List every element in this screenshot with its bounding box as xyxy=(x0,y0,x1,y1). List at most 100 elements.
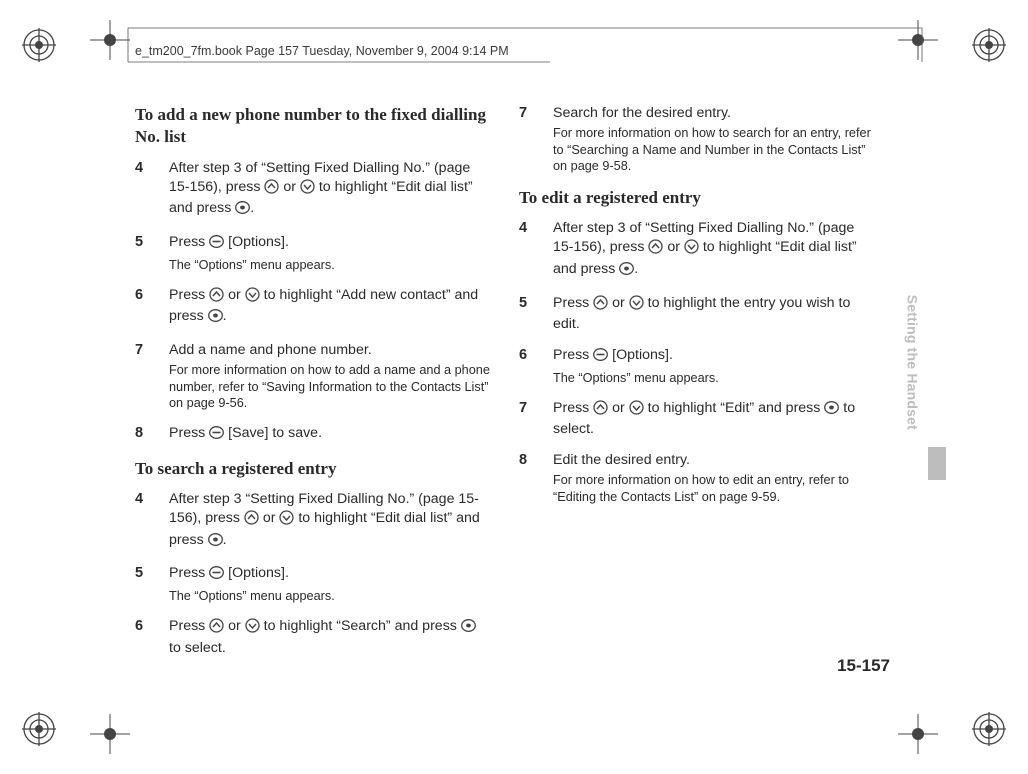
step-text: to highlight “Edit” and press xyxy=(644,400,825,416)
step-text: Press xyxy=(169,565,209,581)
step-number: 4 xyxy=(135,490,169,552)
nav-up-icon xyxy=(648,239,663,260)
step-subtext: The “Options” menu appears. xyxy=(553,370,875,387)
center-key-icon xyxy=(619,261,634,282)
step-number: 4 xyxy=(135,159,169,221)
crop-mark-icon xyxy=(90,714,130,754)
nav-up-icon xyxy=(593,400,608,421)
side-tab-marker xyxy=(928,447,946,480)
step-text: [Options]. xyxy=(224,565,289,581)
side-tab-label: Setting the Handset xyxy=(904,295,920,430)
step-number: 6 xyxy=(519,346,553,387)
step-subtext: For more information on how to edit an e… xyxy=(553,472,875,506)
step-number: 6 xyxy=(135,286,169,329)
nav-up-icon xyxy=(264,179,279,200)
step-subtext: For more information on how to add a nam… xyxy=(169,362,491,412)
step-number: 7 xyxy=(519,399,553,439)
softkey-icon xyxy=(593,347,608,368)
step-number: 5 xyxy=(519,294,553,334)
step-text: Add a name and phone number. xyxy=(169,341,491,360)
step-text: Press xyxy=(169,287,209,303)
registration-mark-icon xyxy=(22,28,56,62)
step-7br: 7 Press or to highlight “Edit” and press… xyxy=(519,399,875,439)
step-6r: 6 Press [Options]. The “Options” menu ap… xyxy=(519,346,875,387)
registration-mark-icon xyxy=(972,712,1006,746)
step-text: . xyxy=(634,261,638,277)
heading-edit-entry: To edit a registered entry xyxy=(519,187,875,209)
center-key-icon xyxy=(208,308,223,329)
step-text: . xyxy=(223,532,227,548)
step-subtext: The “Options” menu appears. xyxy=(169,257,491,274)
center-key-icon xyxy=(461,618,476,639)
nav-up-icon xyxy=(209,618,224,639)
registration-mark-icon xyxy=(972,28,1006,62)
center-key-icon xyxy=(235,200,250,221)
step-8r: 8 Edit the desired entry. For more infor… xyxy=(519,451,875,505)
column-left: To add a new phone number to the fixed d… xyxy=(135,104,491,669)
step-text: to highlight “Search” and press xyxy=(260,618,461,634)
crop-mark-icon xyxy=(898,714,938,754)
step-text: Press xyxy=(553,400,593,416)
step-4b: 4 After step 3 “Setting Fixed Dialling N… xyxy=(135,490,491,552)
page-number: 15-157 xyxy=(837,656,890,676)
step-number: 8 xyxy=(519,451,553,505)
nav-up-icon xyxy=(244,510,259,531)
step-number: 5 xyxy=(135,233,169,274)
nav-down-icon xyxy=(279,510,294,531)
step-text: Press xyxy=(553,347,593,363)
step-text: . xyxy=(250,200,254,216)
step-number: 4 xyxy=(519,219,553,281)
nav-down-icon xyxy=(629,400,644,421)
nav-down-icon xyxy=(629,295,644,316)
heading-add-phone: To add a new phone number to the fixed d… xyxy=(135,104,491,149)
step-subtext: The “Options” menu appears. xyxy=(169,588,491,605)
heading-search-entry: To search a registered entry xyxy=(135,458,491,480)
step-5b: 5 Press [Options]. The “Options” menu ap… xyxy=(135,564,491,605)
center-key-icon xyxy=(208,532,223,553)
column-right: 7 Search for the desired entry. For more… xyxy=(519,104,875,669)
step-4: 4 After step 3 of “Setting Fixed Diallin… xyxy=(135,159,491,221)
step-8: 8 Press [Save] to save. xyxy=(135,424,491,446)
nav-down-icon xyxy=(300,179,315,200)
step-number: 5 xyxy=(135,564,169,605)
step-text: or xyxy=(224,287,245,303)
step-text: Search for the desired entry. xyxy=(553,104,875,123)
step-5r: 5 Press or to highlight the entry you wi… xyxy=(519,294,875,334)
step-text: or xyxy=(224,618,245,634)
step-text: Press xyxy=(169,425,209,441)
step-text: [Options]. xyxy=(224,234,289,250)
header-frame xyxy=(120,20,930,70)
nav-down-icon xyxy=(684,239,699,260)
step-5: 5 Press [Options]. The “Options” menu ap… xyxy=(135,233,491,274)
step-text: to select. xyxy=(169,640,226,656)
softkey-icon xyxy=(209,234,224,255)
nav-up-icon xyxy=(593,295,608,316)
softkey-icon xyxy=(209,425,224,446)
step-text: or xyxy=(259,510,280,526)
step-number: 7 xyxy=(135,341,169,412)
step-text: Press xyxy=(169,618,209,634)
step-text: or xyxy=(663,239,684,255)
step-text: or xyxy=(608,295,629,311)
step-6: 6 Press or to highlight “Add new contact… xyxy=(135,286,491,329)
page-content: To add a new phone number to the fixed d… xyxy=(135,104,895,669)
step-4r: 4 After step 3 of “Setting Fixed Diallin… xyxy=(519,219,875,281)
step-number: 6 xyxy=(135,617,169,657)
step-number: 7 xyxy=(519,104,553,175)
step-6b: 6 Press or to highlight “Search” and pre… xyxy=(135,617,491,657)
nav-down-icon xyxy=(245,618,260,639)
step-number: 8 xyxy=(135,424,169,446)
step-text: [Save] to save. xyxy=(224,425,322,441)
nav-down-icon xyxy=(245,287,260,308)
step-text: or xyxy=(608,400,629,416)
step-7: 7 Add a name and phone number. For more … xyxy=(135,341,491,412)
center-key-icon xyxy=(824,400,839,421)
step-text: [Options]. xyxy=(608,347,673,363)
step-text: Press xyxy=(169,234,209,250)
step-text: Press xyxy=(553,295,593,311)
step-text: Edit the desired entry. xyxy=(553,451,875,470)
nav-up-icon xyxy=(209,287,224,308)
step-text: or xyxy=(279,179,300,195)
softkey-icon xyxy=(209,565,224,586)
step-subtext: For more information on how to search fo… xyxy=(553,125,875,175)
